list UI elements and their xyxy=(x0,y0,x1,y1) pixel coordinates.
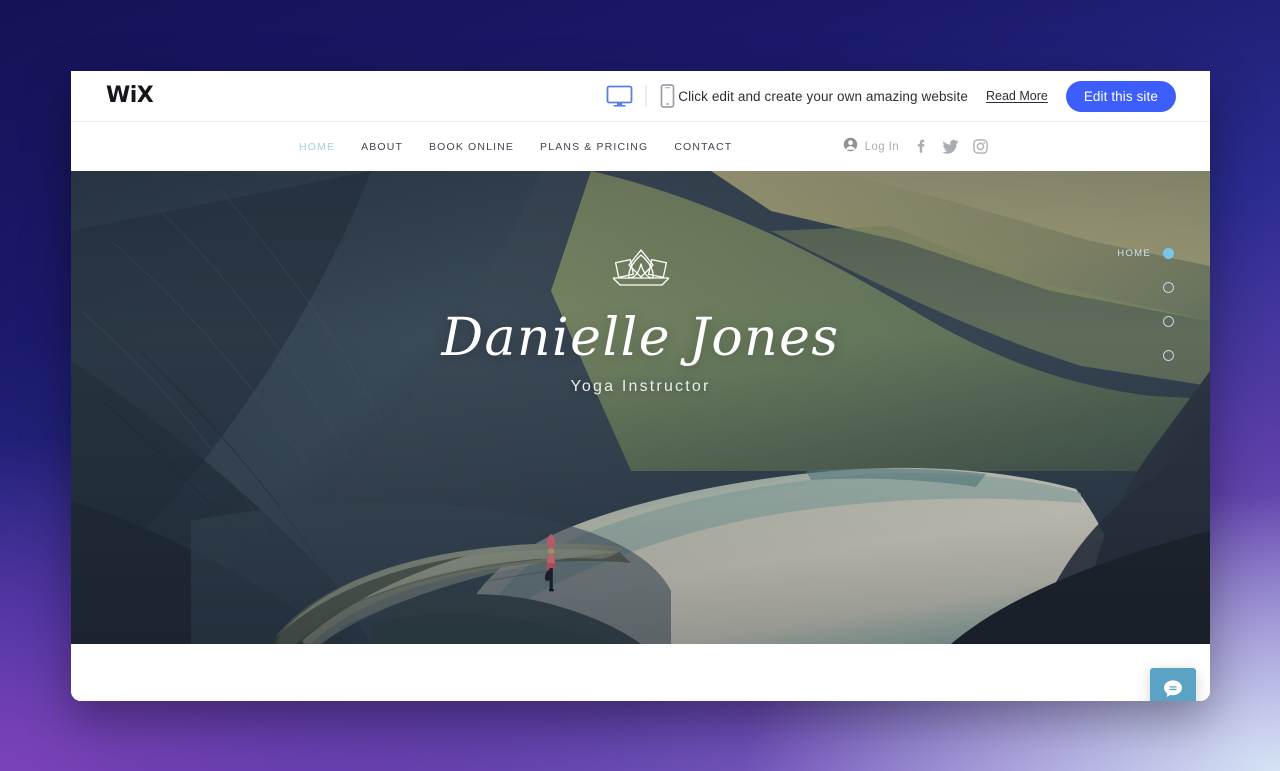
dot-indicator-3 xyxy=(1163,315,1174,327)
section-dot-navigation: HOME xyxy=(1117,247,1174,361)
section-dot-home[interactable]: HOME xyxy=(1117,247,1174,259)
dot-indicator-active xyxy=(1163,247,1174,259)
site-navigation-bar: HOME ABOUT BOOK ONLINE PLANS & PRICING C… xyxy=(71,122,1210,171)
site-preview-window: WiX Click edit and create your own amazi xyxy=(71,71,1210,701)
wix-bar-actions: Click edit and create your own amazing w… xyxy=(678,80,1176,112)
section-dot-2[interactable] xyxy=(1117,281,1174,293)
twitter-icon[interactable] xyxy=(942,139,959,154)
chat-button[interactable] xyxy=(1150,668,1196,701)
read-more-link[interactable]: Read More xyxy=(986,89,1048,103)
log-in-label: Log In xyxy=(864,140,899,153)
nav-utility-area: Log In xyxy=(843,137,988,157)
desktop-icon[interactable] xyxy=(606,85,632,107)
facebook-icon[interactable] xyxy=(913,139,928,154)
chat-widget xyxy=(1150,668,1196,701)
promo-message: Click edit and create your own amazing w… xyxy=(678,88,968,104)
wix-logo[interactable]: WiX xyxy=(106,85,154,107)
chat-bubble-icon xyxy=(1161,677,1185,702)
nav-item-book-online[interactable]: BOOK ONLINE xyxy=(429,141,514,153)
log-in-button[interactable]: Log In xyxy=(843,137,899,157)
device-view-toggle xyxy=(606,84,675,108)
nav-item-plans-pricing[interactable]: PLANS & PRICING xyxy=(540,141,648,153)
nav-item-home[interactable]: HOME xyxy=(299,141,335,153)
wix-top-bar: WiX Click edit and create your own amazi xyxy=(71,71,1210,122)
instagram-icon[interactable] xyxy=(973,139,988,154)
hero-background-photo xyxy=(71,171,1210,644)
toggle-divider xyxy=(645,85,646,107)
nav-item-about[interactable]: ABOUT xyxy=(361,141,403,153)
mobile-icon[interactable] xyxy=(659,84,675,108)
section-dot-4[interactable] xyxy=(1117,349,1174,361)
page-footer-strip xyxy=(71,644,1210,701)
edit-this-site-button[interactable]: Edit this site xyxy=(1065,80,1176,112)
section-dot-3[interactable] xyxy=(1117,315,1174,327)
nav-item-contact[interactable]: CONTACT xyxy=(674,141,732,153)
hero-section: Danielle Jones Yoga Instructor HOME xyxy=(71,171,1210,644)
section-dot-home-label: HOME xyxy=(1117,247,1151,259)
dot-indicator-4 xyxy=(1163,349,1174,361)
dot-indicator-2 xyxy=(1163,281,1174,293)
nav-links: HOME ABOUT BOOK ONLINE PLANS & PRICING C… xyxy=(299,141,732,153)
avatar-icon xyxy=(843,137,858,157)
